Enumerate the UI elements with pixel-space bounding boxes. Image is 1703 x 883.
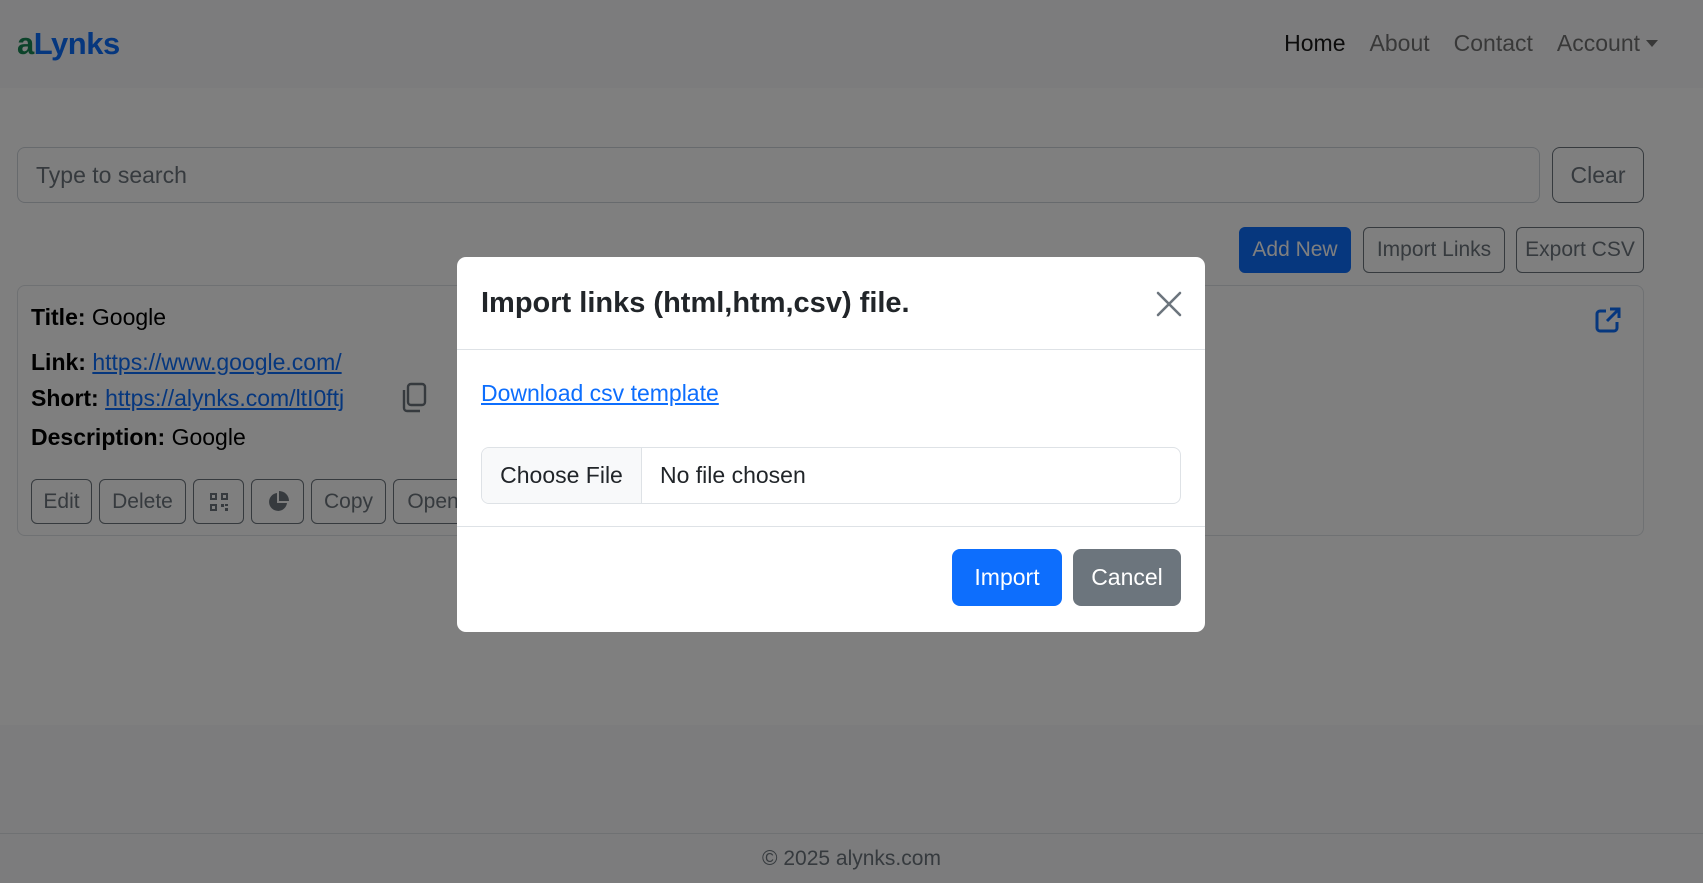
- modal-footer: Import Cancel: [457, 526, 1205, 632]
- modal-title: Import links (html,htm,csv) file.: [481, 287, 910, 319]
- file-input[interactable]: Choose File No file chosen: [481, 447, 1181, 504]
- modal-body: Download csv template Choose File No fil…: [457, 350, 1205, 526]
- cancel-button[interactable]: Cancel: [1073, 549, 1181, 606]
- import-modal: Import links (html,htm,csv) file. Downlo…: [457, 257, 1205, 632]
- download-csv-template-link[interactable]: Download csv template: [481, 380, 719, 407]
- file-status: No file chosen: [660, 462, 806, 488]
- modal-header: Import links (html,htm,csv) file.: [457, 257, 1205, 350]
- import-button[interactable]: Import: [952, 549, 1062, 606]
- choose-file-button[interactable]: Choose File: [482, 448, 642, 503]
- close-icon[interactable]: [1155, 290, 1183, 318]
- page: aLynks Home About Contact Account Clear …: [0, 0, 1703, 883]
